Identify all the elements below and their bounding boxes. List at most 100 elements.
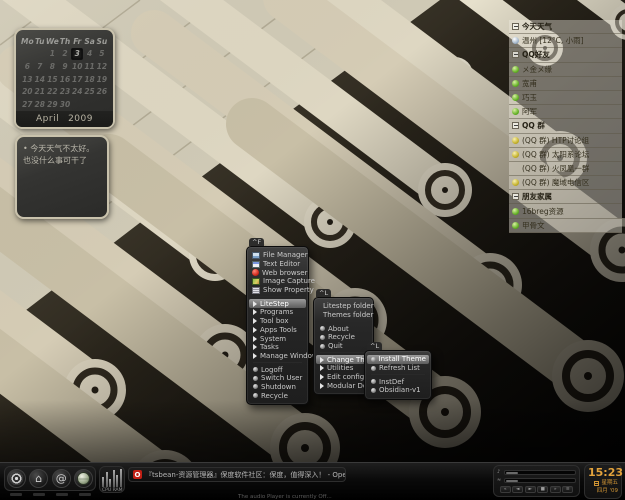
menu-item-install-theme[interactable]: Install Theme: [367, 355, 429, 364]
panel-row-label: 甲骨文: [522, 220, 545, 231]
menu-item-apps-tools[interactable]: Apps Tools: [249, 326, 306, 335]
calendar-day[interactable]: 10: [71, 60, 83, 73]
panel-row-group[interactable]: (QQ 群) 火凤凰一群: [509, 162, 622, 176]
menu-item-file-manager[interactable]: File Manager: [249, 251, 306, 260]
seek-slider[interactable]: [504, 478, 576, 483]
calendar-day: [71, 98, 83, 111]
calendar-day[interactable]: 9: [59, 60, 71, 73]
menu-item-image-capture[interactable]: Image Capture: [249, 277, 306, 286]
panel-row-group[interactable]: (QQ 群) HTP讨论组: [509, 134, 622, 148]
menu-item-themes-folder[interactable]: Themes folder: [316, 311, 371, 320]
play-button[interactable]: ►: [525, 486, 536, 493]
calendar-day-selected[interactable]: 3: [71, 48, 83, 61]
calendar-day[interactable]: 11: [83, 60, 95, 73]
menu-item-web-browser[interactable]: Web browser: [249, 268, 306, 277]
collapse-icon: [512, 122, 519, 129]
menu-item-system[interactable]: System: [249, 334, 306, 343]
calendar-day[interactable]: 28: [34, 98, 46, 111]
calendar-day[interactable]: 19: [96, 73, 108, 86]
menu-item-recycle[interactable]: Recycle: [249, 391, 306, 400]
calendar-day[interactable]: 21: [34, 85, 46, 98]
home-button[interactable]: ⌂: [29, 469, 48, 488]
browser-launch-button[interactable]: [74, 469, 93, 488]
menu-item-modular-docs[interactable]: Modular Docs: [316, 382, 371, 391]
stop-button[interactable]: ■: [537, 486, 548, 493]
meter-bar: [102, 477, 104, 487]
menu-item-quit[interactable]: Quit: [316, 342, 371, 351]
menu-item-tasks[interactable]: Tasks: [249, 343, 306, 352]
calendar-day[interactable]: 14: [34, 73, 46, 86]
panel-row-qq-groups-header[interactable]: QQ 群: [509, 119, 622, 133]
globe-icon: [77, 472, 90, 485]
menu-item-obsidian-v1[interactable]: Obsidian-v1: [367, 386, 429, 395]
menu-item-utilities[interactable]: Utilities: [316, 364, 371, 373]
panel-row-friend[interactable]: 阿军: [509, 105, 622, 119]
menu-item-tool-box[interactable]: Tool box: [249, 317, 306, 326]
menu-item-change-themes[interactable]: Change Themes: [316, 355, 371, 364]
panel-row-friend[interactable]: 宽甫: [509, 77, 622, 91]
menu-item-text-editor[interactable]: Text Editor: [249, 260, 306, 269]
transport-controls: « ◄ ► ■ » ≡: [497, 486, 576, 493]
calendar-day[interactable]: 26: [96, 85, 108, 98]
calendar-day[interactable]: 8: [46, 60, 59, 73]
panel-row-group[interactable]: (QQ 群) 太阳系论坛: [509, 148, 622, 162]
panel-row-friend[interactable]: メ金メ缘: [509, 63, 622, 77]
note-widget[interactable]: • 今天天气不太好。也没什么事可干了: [15, 135, 109, 219]
calendar-day[interactable]: 27: [21, 98, 34, 111]
prev-button[interactable]: «: [500, 486, 511, 493]
menu-item-show-property[interactable]: Show Property: [249, 286, 306, 295]
calendar-day[interactable]: 13: [21, 73, 34, 86]
calendar-day[interactable]: 24: [71, 85, 83, 98]
calendar-day[interactable]: 29: [46, 98, 59, 111]
menu-item-manage-windows[interactable]: Manage Windows: [249, 352, 306, 361]
panel-row-friend[interactable]: 甲骨文: [509, 219, 622, 233]
calendar-day[interactable]: 2: [59, 48, 71, 61]
qq-online-icon: [512, 66, 519, 73]
calendar-day[interactable]: 18: [83, 73, 95, 86]
panel-row-label: (QQ 群) 太阳系论坛: [522, 149, 589, 160]
calendar-day[interactable]: 23: [59, 85, 71, 98]
volume-slider[interactable]: [504, 470, 576, 475]
panel-row-friend[interactable]: 巧玉: [509, 91, 622, 105]
calendar-day[interactable]: 5: [96, 48, 108, 61]
slider-fill: [506, 480, 518, 482]
calendar-day[interactable]: 1: [46, 48, 59, 61]
calendar-day: [96, 98, 108, 111]
menu-item-edit-config[interactable]: Edit config: [316, 373, 371, 382]
menu-item-shutdown[interactable]: Shutdown: [249, 383, 306, 392]
calendar-day[interactable]: 25: [83, 85, 95, 98]
next-button[interactable]: »: [550, 486, 561, 493]
menu-item-instdef[interactable]: InstDef: [367, 377, 429, 386]
playlist-button[interactable]: ≡: [562, 486, 573, 493]
calendar-day[interactable]: 12: [96, 60, 108, 73]
menu-item-refresh-list[interactable]: Refresh List: [367, 364, 429, 373]
menu-item-litestep-folder[interactable]: Litestep folder: [316, 302, 371, 311]
task-button[interactable]: O 『tsbean-资源管理器』保度软件社区：保度，值得深入！ - Opera …: [128, 467, 346, 482]
menu-item-about[interactable]: About: [316, 324, 371, 333]
panel-row-weather-header[interactable]: 今天天气: [509, 20, 622, 34]
menu-item-programs[interactable]: Programs: [249, 308, 306, 317]
panel-row-weather[interactable]: 温州 [12°C, 小雨]: [509, 34, 622, 48]
litestep-logo-button[interactable]: [7, 469, 26, 488]
calendar-day[interactable]: 30: [59, 98, 71, 111]
calendar-day[interactable]: 16: [59, 73, 71, 86]
submenu-arrow-icon: [253, 309, 257, 315]
note-text[interactable]: • 今天天气不太好。也没什么事可干了: [17, 137, 107, 174]
calendar-day[interactable]: 15: [46, 73, 59, 86]
mail-button[interactable]: @: [52, 469, 71, 488]
calendar-day[interactable]: 20: [21, 85, 34, 98]
panel-row-group[interactable]: (QQ 群) 魔域电信区: [509, 176, 622, 190]
rewind-button[interactable]: ◄: [512, 486, 523, 493]
panel-row-qq-friends-header[interactable]: QQ好友: [509, 48, 622, 62]
calendar-day[interactable]: 4: [83, 48, 95, 61]
calendar-day[interactable]: 22: [46, 85, 59, 98]
panel-row-friend[interactable]: 16breg资源: [509, 204, 622, 218]
menu-item-switch-user[interactable]: Switch User: [249, 374, 306, 383]
calendar-day[interactable]: 17: [71, 73, 83, 86]
calendar-day[interactable]: 7: [34, 60, 46, 73]
menu-item-litestep[interactable]: LiteStep: [249, 299, 306, 308]
panel-row-family-header[interactable]: 朋友家属: [509, 190, 622, 204]
calendar-day[interactable]: 6: [21, 60, 34, 73]
menu-item-recycle-ls[interactable]: Recycle: [316, 333, 371, 342]
menu-item-logoff[interactable]: Logoff: [249, 365, 306, 374]
